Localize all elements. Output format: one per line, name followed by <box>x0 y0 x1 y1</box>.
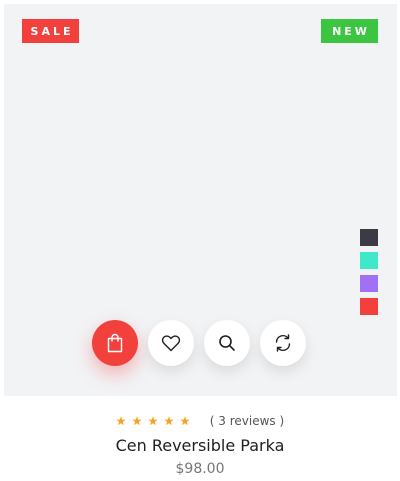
rating-row: ( 3 reviews ) <box>0 414 400 428</box>
shopping-bag-icon <box>107 333 123 353</box>
color-swatch-red[interactable] <box>360 298 378 315</box>
search-icon <box>219 335 235 351</box>
refresh-icon <box>275 334 291 352</box>
reviews-link[interactable]: ( 3 reviews ) <box>210 414 284 428</box>
product-actions <box>92 320 316 366</box>
star-icon <box>148 416 158 426</box>
compare-button[interactable] <box>260 320 306 366</box>
star-icon <box>164 416 174 426</box>
quick-view-button[interactable] <box>204 320 250 366</box>
color-swatches <box>360 229 378 321</box>
product-title[interactable]: Cen Reversible Parka <box>0 436 400 455</box>
product-price: $98.00 <box>175 461 225 477</box>
sale-badge: SALE <box>22 19 79 43</box>
star-icon <box>116 416 126 426</box>
new-badge: NEW <box>321 19 378 43</box>
star-rating <box>116 416 196 426</box>
star-icon <box>132 416 142 426</box>
add-to-cart-button[interactable] <box>92 320 138 366</box>
product-card: SALE NEW (3 reviews) Cen Reversible Pa… <box>0 0 400 481</box>
color-swatch-turquoise[interactable] <box>360 252 378 269</box>
wishlist-button[interactable] <box>148 320 194 366</box>
color-swatch-purple[interactable] <box>360 275 378 292</box>
color-swatch-dark[interactable] <box>360 229 378 246</box>
star-icon <box>180 416 190 426</box>
heart-icon <box>161 335 181 352</box>
